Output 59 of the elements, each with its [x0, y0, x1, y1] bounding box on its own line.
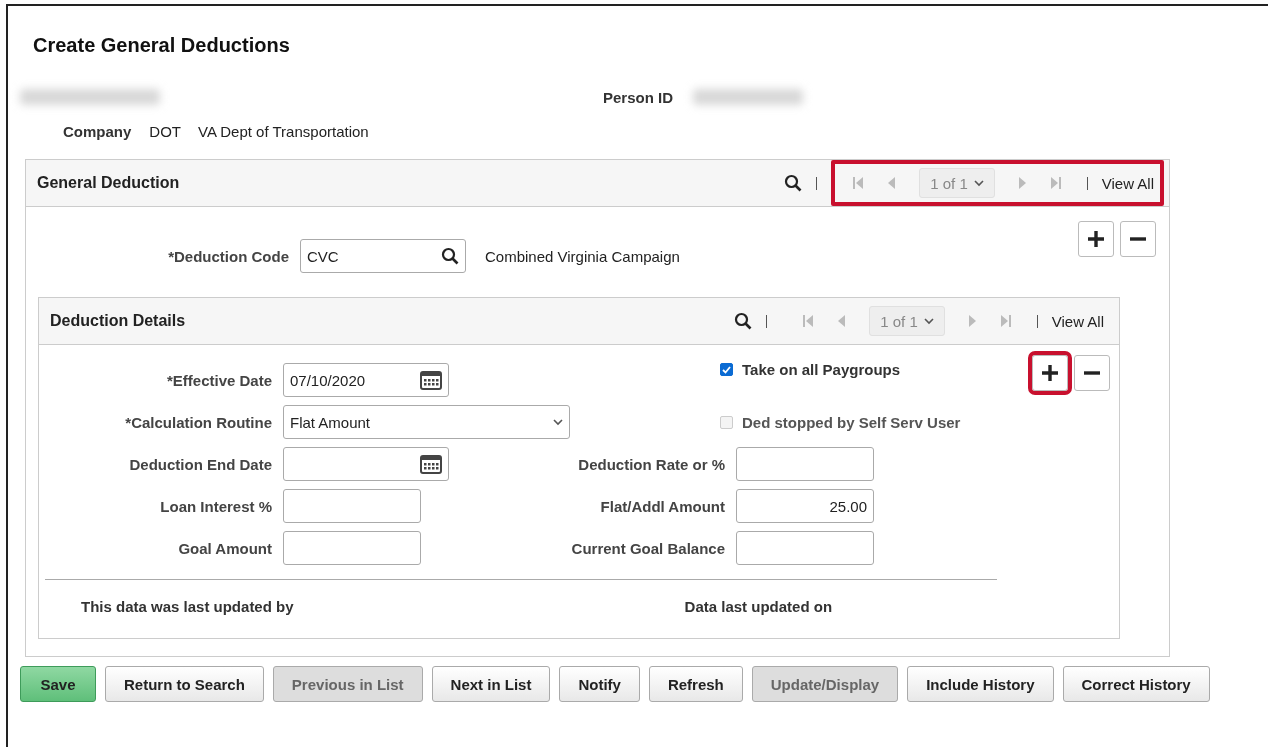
amount-field[interactable]	[736, 531, 874, 565]
field-label: Deduction End Date	[128, 455, 273, 473]
calendar-icon[interactable]	[420, 370, 442, 390]
updated-by-label: This data was last updated by	[81, 597, 294, 615]
caret-icon	[923, 317, 934, 325]
checkbox-label: Take on all Paygroups	[742, 361, 901, 378]
caret-icon	[973, 179, 984, 187]
first-page-icon[interactable]	[852, 176, 865, 190]
view-all-link[interactable]: View All	[1051, 312, 1104, 330]
search-icon[interactable]	[784, 174, 803, 192]
action-button[interactable]: Refresh	[648, 666, 743, 702]
delete-row-button[interactable]	[1120, 221, 1156, 257]
view-all-link[interactable]: View All	[1101, 174, 1154, 192]
field-label: Loan Interest %	[159, 497, 273, 515]
action-button[interactable]: Include History	[907, 666, 1054, 702]
company-code: DOT	[149, 122, 181, 140]
text-field[interactable]	[283, 531, 421, 565]
text-field[interactable]	[283, 489, 421, 523]
page-title: Create General Deductions	[33, 34, 291, 57]
field-label: Deduction Rate or %	[577, 455, 726, 473]
first-page-icon[interactable]	[802, 314, 815, 328]
dropdown-caret-icon	[553, 418, 563, 426]
person-id-label: Person ID	[603, 88, 674, 106]
action-button[interactable]: Return to Search	[105, 666, 264, 702]
action-button[interactable]: Save	[20, 666, 96, 702]
deduction-code-field[interactable]: CVC	[300, 239, 466, 273]
amount-field[interactable]: 25.00	[736, 489, 874, 523]
field-label: *Effective Date	[165, 371, 273, 389]
deduction-description: Combined Virginia Campaign	[485, 247, 680, 265]
delete-row-button[interactable]	[1074, 355, 1110, 391]
checkbox[interactable]	[720, 363, 733, 376]
minus-icon	[1129, 237, 1147, 241]
section-title: General Deduction	[37, 174, 181, 192]
search-icon[interactable]	[441, 247, 459, 265]
company-name: VA Dept of Transportation	[198, 122, 369, 140]
search-icon[interactable]	[734, 312, 753, 330]
last-page-icon[interactable]	[999, 314, 1012, 328]
checkbox-label: Ded stopped by Self Serv User	[742, 413, 961, 431]
field-label: *Calculation Routine	[124, 413, 273, 431]
section-title: Deduction Details	[50, 312, 187, 330]
action-button[interactable]: Notify	[559, 666, 640, 702]
action-button[interactable]: Next in List	[431, 666, 551, 702]
field-label: Goal Amount	[177, 539, 273, 557]
last-page-icon[interactable]	[1049, 176, 1062, 190]
plus-icon	[1041, 364, 1059, 382]
action-button[interactable]: Correct History	[1062, 666, 1210, 702]
date-field[interactable]: 07/10/2020	[283, 363, 449, 397]
company-label: Company	[63, 122, 132, 140]
field-label: Current Goal Balance	[570, 539, 726, 557]
calculation-routine-select[interactable]: Flat Amount	[283, 405, 570, 439]
add-row-button[interactable]	[1078, 221, 1114, 257]
field-label: *Deduction Code	[167, 247, 290, 265]
date-field[interactable]	[283, 447, 449, 481]
updated-on-label: Data last updated on	[684, 597, 833, 615]
plus-icon	[1087, 230, 1105, 248]
minus-icon	[1083, 371, 1101, 375]
calendar-icon[interactable]	[420, 454, 442, 474]
amount-field[interactable]	[736, 447, 874, 481]
field-label: Flat/Addl Amount	[599, 497, 726, 515]
